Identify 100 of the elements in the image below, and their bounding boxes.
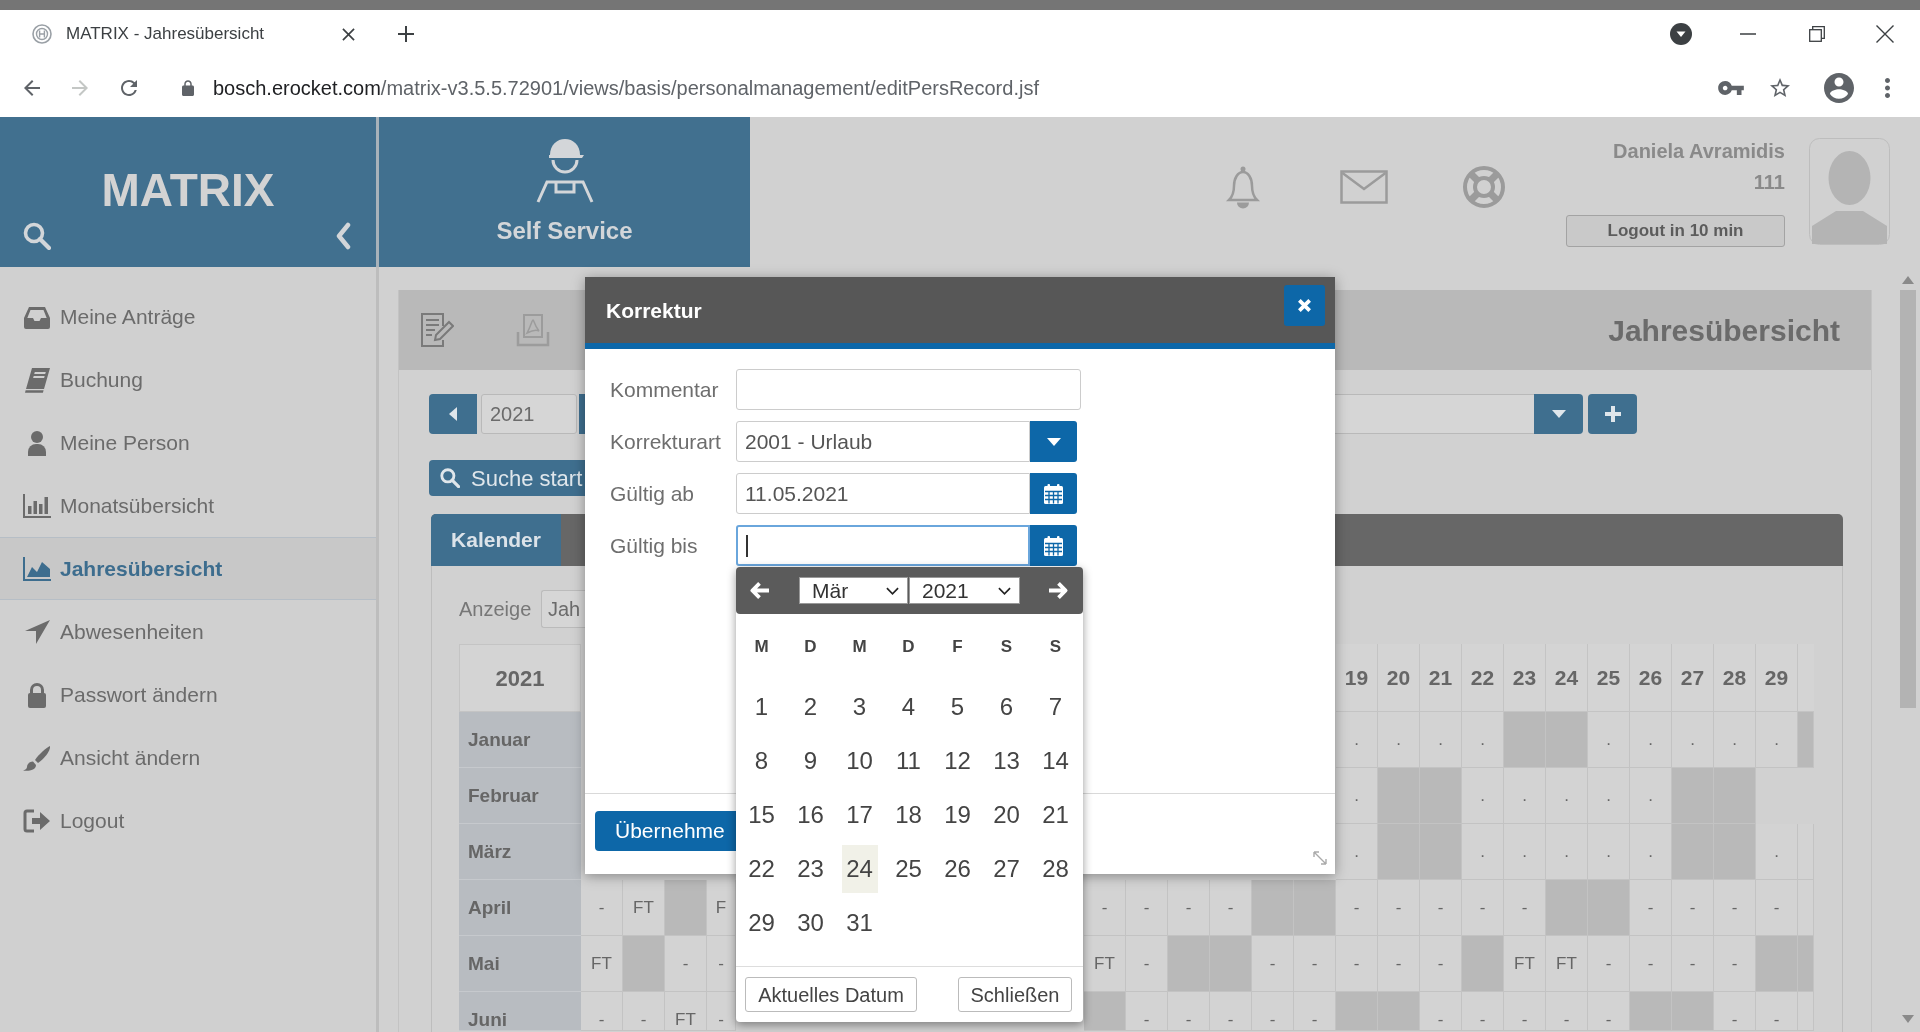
module-tile[interactable]: Self Service <box>379 117 750 267</box>
calendar-day[interactable]: 18 <box>890 791 927 839</box>
calendar-day[interactable]: 4 <box>890 683 927 731</box>
area-chart-icon <box>22 555 52 582</box>
calendar-day[interactable]: 6 <box>988 683 1025 731</box>
close-icon[interactable] <box>342 27 355 41</box>
row-header-cell: Mai <box>459 936 581 992</box>
star-icon[interactable] <box>1770 78 1790 97</box>
date-field[interactable]: 11.05.2021 <box>736 473 1030 514</box>
field-label: Gültig bis <box>610 533 698 557</box>
calendar-day[interactable]: 13 <box>988 737 1025 785</box>
back-arrow-icon[interactable] <box>24 79 40 96</box>
calendar-day[interactable]: 9 <box>792 737 829 785</box>
scroll-up-icon[interactable] <box>1902 276 1914 284</box>
restore-icon[interactable] <box>1809 26 1825 42</box>
resize-icon[interactable] <box>1313 851 1327 865</box>
dropdown-circle-icon[interactable] <box>1670 23 1692 45</box>
calendar-day[interactable]: 14 <box>1037 737 1074 785</box>
tab-title[interactable]: MATRIX - Jahresübersicht <box>66 21 265 47</box>
table-cell: - <box>1504 992 1546 1031</box>
add-button[interactable] <box>1588 394 1637 434</box>
apply-button[interactable]: Übernehme <box>595 811 736 851</box>
close-button[interactable] <box>1284 285 1325 326</box>
calendar-day[interactable]: 17 <box>841 791 878 839</box>
table-cell: . <box>1336 712 1378 768</box>
calendar-day[interactable]: 10 <box>841 737 878 785</box>
calendar-day[interactable]: 15 <box>743 791 780 839</box>
calendar-day[interactable]: 26 <box>939 845 976 893</box>
arrow-left-icon[interactable] <box>749 581 770 600</box>
calendar-day[interactable]: 29 <box>743 899 780 947</box>
calendar-day[interactable]: 24 <box>841 845 878 893</box>
text-field[interactable] <box>736 369 1081 410</box>
calendar-day[interactable]: 27 <box>988 845 1025 893</box>
calendar-day[interactable]: 3 <box>841 683 878 731</box>
column-header-cell: 27 <box>1672 644 1714 712</box>
calendar-day[interactable]: 22 <box>743 845 780 893</box>
column-header-cell: 28 <box>1714 644 1756 712</box>
row-header-cell: Juni <box>459 992 581 1031</box>
calendar-day[interactable]: 5 <box>939 683 976 731</box>
select-field[interactable]: 2001 - Urlaub <box>736 421 1030 462</box>
table-cell: FT <box>581 936 623 992</box>
account-icon[interactable] <box>1824 72 1854 103</box>
calendar-icon <box>1044 483 1063 504</box>
table-cell: . <box>1672 712 1714 768</box>
calendar-day[interactable]: 1 <box>743 683 780 731</box>
calendar-day[interactable]: 30 <box>792 899 829 947</box>
document-edit-icon[interactable] <box>420 312 454 348</box>
calendar-day[interactable]: 11 <box>890 737 927 785</box>
calendar-day[interactable]: 20 <box>988 791 1025 839</box>
logout-button[interactable]: Logout in 10 min <box>1566 215 1785 247</box>
dropdown-button[interactable] <box>1030 421 1077 462</box>
reload-icon[interactable] <box>121 79 137 96</box>
nav-item[interactable]: Passwort ändern <box>0 663 376 726</box>
close-button[interactable]: Schließen <box>958 977 1072 1012</box>
calendar-day[interactable]: 7 <box>1037 683 1074 731</box>
chevron-left-icon[interactable] <box>335 222 351 250</box>
caret-down-icon <box>1551 410 1566 418</box>
address-field[interactable]: bosch.erocket.com/matrix-v3.5.5.72901/views/basis/personalmanagement/editPersRecord.jsf <box>213 74 1039 101</box>
year-field[interactable]: 2021 <box>481 394 577 434</box>
column-header-cell: 21 <box>1420 644 1462 712</box>
chevron-down-icon <box>886 586 899 595</box>
close-icon[interactable] <box>1876 25 1894 43</box>
calendar-day[interactable]: 28 <box>1037 845 1074 893</box>
calendar-day[interactable]: 19 <box>939 791 976 839</box>
today-button[interactable]: Aktuelles Datum <box>745 977 917 1012</box>
date-field[interactable] <box>736 525 1030 566</box>
calendar-day[interactable]: 23 <box>792 845 829 893</box>
weekday-label: S <box>1049 636 1062 659</box>
calendar-day[interactable]: 31 <box>841 899 878 947</box>
table-cell: . <box>1336 768 1378 824</box>
table-cell: - <box>1462 992 1504 1031</box>
display-select[interactable]: Jah <box>541 590 585 628</box>
dropdown-button[interactable] <box>1534 394 1583 434</box>
previous-year-button[interactable] <box>429 394 477 434</box>
calendar-day[interactable]: 21 <box>1037 791 1074 839</box>
scrollbar-thumb[interactable] <box>1900 290 1916 708</box>
calendar-button[interactable] <box>1030 473 1077 514</box>
arrow-right-icon[interactable] <box>1048 581 1069 600</box>
search-icon[interactable] <box>23 222 51 250</box>
calendar-button[interactable] <box>1030 525 1077 566</box>
year-select[interactable]: 2021 <box>909 577 1020 604</box>
tab[interactable]: Kalender <box>431 514 561 566</box>
scroll-down-icon[interactable] <box>1902 1015 1914 1023</box>
search-button[interactable]: Suche start <box>429 460 585 496</box>
row-header-cell: Februar <box>459 768 581 824</box>
table-cell: . <box>1462 768 1504 824</box>
calendar-day[interactable]: 2 <box>792 683 829 731</box>
kebab-menu-icon[interactable] <box>1885 77 1890 98</box>
calendar-day[interactable]: 25 <box>890 845 927 893</box>
calendar-day[interactable]: 8 <box>743 737 780 785</box>
calendar-day[interactable]: 12 <box>939 737 976 785</box>
table-cell: - <box>623 992 665 1031</box>
calendar-day[interactable]: 16 <box>792 791 829 839</box>
key-icon[interactable] <box>1718 80 1744 95</box>
table-cell: - <box>1588 992 1630 1031</box>
dropdown-field[interactable] <box>1335 394 1534 434</box>
table-cell: FT <box>1504 936 1546 992</box>
nav-item[interactable]: Logout <box>0 789 376 852</box>
month-select[interactable]: Mär <box>799 577 908 604</box>
plus-icon[interactable] <box>398 26 414 42</box>
